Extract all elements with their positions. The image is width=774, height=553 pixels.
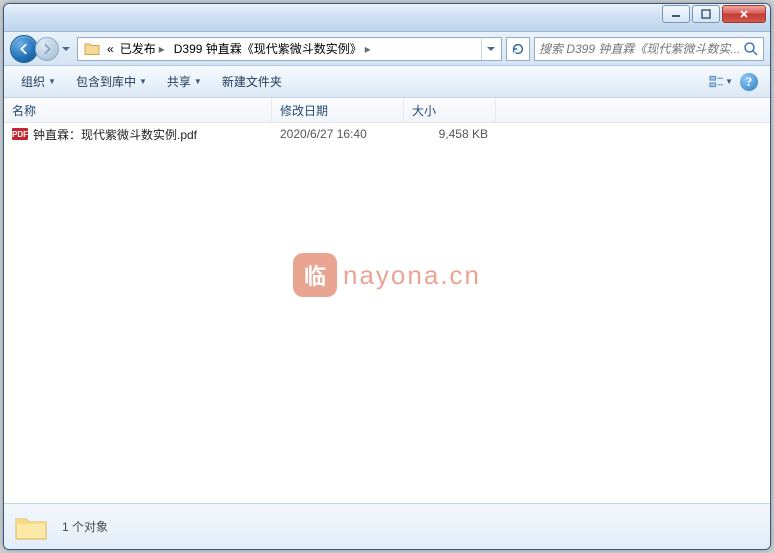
nav-buttons <box>10 35 73 63</box>
breadcrumb-current[interactable]: D399 钟直霖《现代紫微斗数实例》▸ <box>171 38 377 60</box>
breadcrumb-parent[interactable]: 已发布▸ <box>117 38 171 60</box>
chevron-down-icon <box>62 47 70 51</box>
help-button[interactable]: ? <box>736 70 762 94</box>
chevron-down-icon: ▼ <box>725 77 733 86</box>
watermark-badge: 临 <box>293 253 337 297</box>
file-list[interactable]: PDF 钟直霖：现代紫微斗数实例.pdf 2020/6/27 16:40 9,4… <box>4 123 770 503</box>
chevron-down-icon: ▼ <box>48 77 56 86</box>
file-size: 9,458 KB <box>404 127 496 141</box>
explorer-window: « 已发布▸ D399 钟直霖《现代紫微斗数实例》▸ 组织▼ 包含到库中▼ 共享… <box>3 3 771 550</box>
new-folder-button[interactable]: 新建文件夹 <box>213 68 291 95</box>
address-bar[interactable]: « 已发布▸ D399 钟直霖《现代紫微斗数实例》▸ <box>77 37 502 61</box>
column-headers: 名称 修改日期 大小 <box>4 98 770 123</box>
folder-icon <box>14 512 48 542</box>
search-icon <box>743 41 759 57</box>
chevron-right-icon: ▸ <box>156 42 168 56</box>
watermark: 临 nayona.cn <box>293 253 481 297</box>
help-icon: ? <box>740 73 758 91</box>
breadcrumb-prefix[interactable]: « <box>104 38 117 60</box>
search-input[interactable] <box>539 42 743 56</box>
file-row[interactable]: PDF 钟直霖：现代紫微斗数实例.pdf 2020/6/27 16:40 9,4… <box>4 123 770 145</box>
search-box[interactable] <box>534 37 764 61</box>
nav-bar: « 已发布▸ D399 钟直霖《现代紫微斗数实例》▸ <box>4 32 770 66</box>
chevron-down-icon: ▼ <box>139 77 147 86</box>
include-in-library-button[interactable]: 包含到库中▼ <box>67 68 156 95</box>
view-options-button[interactable]: ▼ <box>708 70 734 94</box>
toolbar: 组织▼ 包含到库中▼ 共享▼ 新建文件夹 ▼ ? <box>4 66 770 98</box>
nav-history-dropdown[interactable] <box>59 38 73 60</box>
folder-icon <box>83 40 101 58</box>
status-bar: 1 个对象 <box>4 503 770 549</box>
address-dropdown[interactable] <box>481 38 499 60</box>
minimize-button[interactable] <box>662 5 690 23</box>
file-name: 钟直霖：现代紫微斗数实例.pdf <box>33 126 197 143</box>
close-button[interactable] <box>722 5 766 23</box>
chevron-right-icon: ▸ <box>362 42 374 56</box>
chevron-down-icon <box>487 47 495 51</box>
file-date: 2020/6/27 16:40 <box>272 127 404 141</box>
status-text: 1 个对象 <box>62 518 108 535</box>
share-button[interactable]: 共享▼ <box>158 68 211 95</box>
refresh-button[interactable] <box>506 37 530 61</box>
window-controls <box>662 5 766 23</box>
organize-button[interactable]: 组织▼ <box>12 68 65 95</box>
pdf-icon: PDF <box>12 128 28 140</box>
chevron-down-icon: ▼ <box>194 77 202 86</box>
column-size[interactable]: 大小 <box>404 98 496 122</box>
forward-button[interactable] <box>35 37 59 61</box>
column-date[interactable]: 修改日期 <box>272 98 404 122</box>
file-name-cell: PDF 钟直霖：现代紫微斗数实例.pdf <box>4 126 272 143</box>
refresh-icon <box>511 42 525 56</box>
column-name[interactable]: 名称 <box>4 98 272 122</box>
maximize-button[interactable] <box>692 5 720 23</box>
view-icon <box>709 75 724 89</box>
watermark-text: nayona.cn <box>343 260 481 291</box>
back-button[interactable] <box>10 35 38 63</box>
titlebar <box>4 4 770 32</box>
